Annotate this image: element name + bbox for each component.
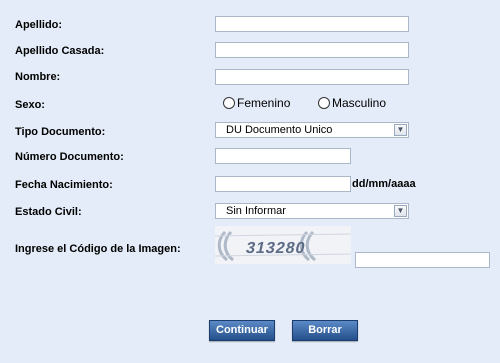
estado-civil-select[interactable]: Sin Informar ▼ (215, 203, 409, 219)
tipo-documento-selected: DU Documento Unico (226, 124, 333, 136)
captcha-code-text: 313280 (244, 239, 307, 257)
nombre-label: Nombre: (15, 71, 61, 83)
fecha-nacimiento-label: Fecha Nacimiento: (15, 179, 113, 191)
apellido-casada-field[interactable] (215, 42, 409, 58)
nombre-field[interactable] (215, 69, 409, 85)
apellido-field[interactable] (215, 16, 409, 32)
chevron-down-icon[interactable]: ▼ (394, 124, 407, 136)
apellido-casada-label: Apellido Casada: (15, 45, 105, 57)
radio-femenino-label: Femenino (237, 96, 291, 110)
apellido-label: Apellido: (15, 19, 63, 31)
captcha-graphic: 313280 (215, 226, 351, 264)
numero-documento-field[interactable] (215, 148, 351, 164)
captcha-image: 313280 (215, 226, 351, 264)
radio-masculino-label: Masculino (332, 96, 387, 110)
sexo-label: Sexo: (15, 99, 45, 111)
radio-femenino[interactable]: Femenino (223, 96, 290, 110)
captcha-input[interactable] (355, 252, 490, 268)
radio-masculino-circle[interactable] (318, 97, 330, 109)
borrar-button[interactable]: Borrar (292, 320, 358, 341)
tipo-documento-select[interactable]: DU Documento Unico ▼ (215, 122, 409, 138)
continuar-button[interactable]: Continuar (209, 320, 275, 341)
captcha-label: Ingrese el Código de la Imagen: (15, 243, 181, 255)
chevron-down-icon[interactable]: ▼ (394, 205, 407, 217)
radio-femenino-circle[interactable] (223, 97, 235, 109)
numero-documento-label: Número Documento: (15, 151, 124, 163)
fecha-format-hint: dd/mm/aaaa (352, 178, 416, 190)
fecha-nacimiento-field[interactable] (215, 176, 351, 192)
radio-masculino[interactable]: Masculino (318, 96, 386, 110)
estado-civil-label: Estado Civil: (15, 206, 82, 218)
estado-civil-selected: Sin Informar (226, 205, 286, 217)
tipo-documento-label: Tipo Documento: (15, 126, 106, 138)
